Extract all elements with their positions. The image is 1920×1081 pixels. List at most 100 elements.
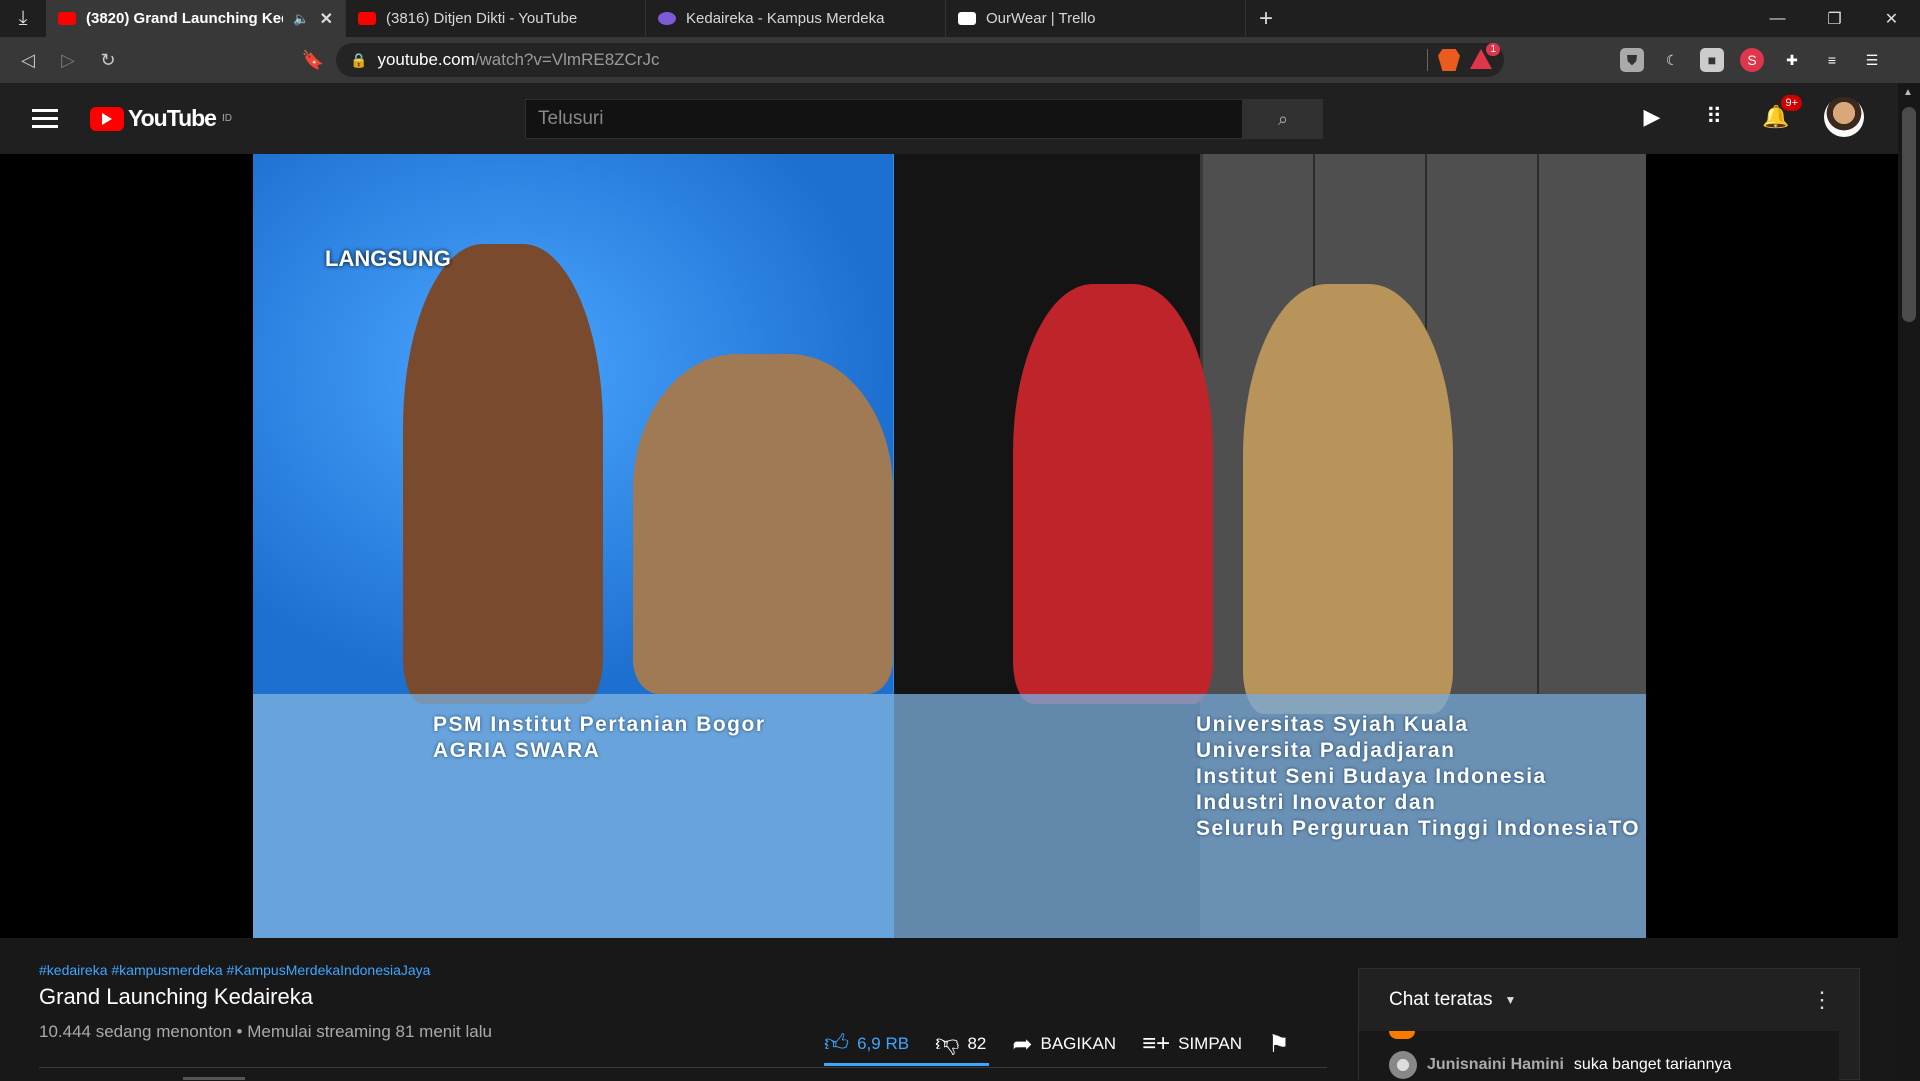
chat-author[interactable]: Junisnaini Hamini [1427, 1056, 1564, 1074]
close-tab-icon[interactable]: ✕ [320, 9, 333, 29]
avatar[interactable] [1389, 1051, 1417, 1079]
video-title: Grand Launching Kedaireka [39, 984, 313, 1009]
bitwarden-icon[interactable]: ⛊ [1620, 48, 1644, 72]
thumbs-down-icon: 👎︎ [935, 1030, 960, 1057]
like-button[interactable]: 👍︎ 6,9 RB [824, 1030, 909, 1058]
dislike-count: 82 [967, 1034, 987, 1053]
omnibox-divider [1427, 49, 1428, 71]
caption-line: Universita Padjadjaran [1196, 739, 1456, 762]
tab-kedaireka[interactable]: Kedaireka - Kampus Merdeka [646, 0, 946, 37]
tab-title: Kedaireka - Kampus Merdeka [686, 10, 885, 27]
puzzle-icon[interactable]: ✚ [1780, 48, 1804, 72]
video-player[interactable]: LANGSUNG PSM Institut Pertanian Bogor AG… [253, 154, 1646, 938]
address-bar[interactable]: 🔒 youtube.com/watch?v=VlmRE8ZCrJc 1 [336, 43, 1504, 77]
search-input[interactable]: Telusuri [525, 99, 1243, 139]
flag-icon: ⚑ [1268, 1030, 1290, 1058]
caption-left: PSM Institut Pertanian Bogor AGRIA SWARA [433, 712, 766, 764]
rewards-badge: 1 [1486, 43, 1500, 56]
extension-square-icon[interactable]: ■ [1700, 48, 1724, 72]
extension-s-icon[interactable]: S [1740, 48, 1764, 72]
brave-rewards-icon[interactable]: 1 [1470, 43, 1500, 71]
scroll-up-icon[interactable]: ▲ [1903, 87, 1913, 98]
search-icon[interactable]: ⌕ [1243, 99, 1323, 139]
notifications-bell-icon[interactable]: 🔔 9+ [1762, 95, 1802, 131]
chat-mode-dropdown[interactable]: Chat teratas [1389, 989, 1493, 1011]
hamburger-menu-icon[interactable] [32, 109, 58, 128]
live-chat: Chat teratas ▼ ⋮ Junisnaini Hamini suka … [1358, 968, 1860, 1081]
youtube-header: YouTube ID Telusuri ⌕ ▶ ⠿ 🔔 9+ [0, 83, 1898, 154]
reload-icon[interactable]: ↻ [88, 40, 128, 80]
region-code: ID [221, 113, 232, 124]
chat-messages[interactable]: Junisnaini Hamini suka banget tariannya [1359, 1031, 1839, 1081]
video-actions: 👍︎ 6,9 RB 👎︎ 82 ➦ BAGIKAN ≡+ SIMPAN ⚑ [824, 1022, 1327, 1066]
caption-line: Universitas Syiah Kuala [1196, 713, 1469, 736]
youtube-favicon-icon [58, 12, 76, 25]
youtube-favicon-icon [358, 12, 376, 25]
caption-line: PSM Institut Pertanian Bogor [433, 713, 766, 736]
share-arrow-icon: ➦ [1012, 1030, 1033, 1058]
thumbs-up-icon: 👍︎ [824, 1030, 850, 1057]
browser-tab-strip: ⤓ (3820) Grand Launching Keda 🔈 ✕ (3816)… [0, 0, 1920, 37]
avatar[interactable] [1824, 97, 1864, 137]
share-button[interactable]: ➦ BAGIKAN [1012, 1030, 1116, 1059]
new-tab-icon[interactable]: + [1246, 0, 1286, 37]
tab-title: (3820) Grand Launching Keda [86, 10, 284, 27]
hashtags-link[interactable]: #kedaireka #kampusmerdeka #KampusMerdeka… [39, 962, 492, 978]
lock-icon[interactable]: 🔒 [350, 52, 367, 69]
caption-right: Universitas Syiah Kuala Universita Padja… [1196, 712, 1640, 842]
back-icon[interactable]: ◁ [8, 40, 48, 80]
dark-reader-icon[interactable]: ☾ [1660, 48, 1684, 72]
chat-message: Junisnaini Hamini suka banget tariannya [1389, 1051, 1731, 1079]
browser-toolbar: ◁ ▷ ↻ 🔖 🔒 youtube.com/watch?v=VlmRE8ZCrJ… [0, 37, 1920, 83]
url-path: /watch?v=VlmRE8ZCrJc [474, 50, 660, 69]
close-window-icon[interactable]: ✕ [1863, 0, 1920, 37]
save-label: SIMPAN [1178, 1034, 1243, 1053]
youtube-wordmark: YouTube [128, 105, 217, 131]
tab-grand-launching[interactable]: (3820) Grand Launching Keda 🔈 ✕ [46, 0, 346, 37]
youtube-logo[interactable]: YouTube ID [90, 105, 232, 132]
menu-icon[interactable]: ☰ [1860, 48, 1884, 72]
extensions-bar: ⛊ ☾ ■ S ✚ ≡ ☰ [1620, 48, 1884, 72]
share-label: BAGIKAN [1040, 1034, 1117, 1053]
trello-favicon-icon [958, 12, 976, 25]
more-options-icon[interactable]: ⋮ [1811, 987, 1833, 1013]
caption-line: Seluruh Perguruan Tinggi IndonesiaTO [1196, 817, 1641, 840]
playlist-icon[interactable]: ≡ [1820, 48, 1844, 72]
performer-figure [633, 354, 893, 694]
create-video-icon[interactable]: ▶ [1638, 103, 1666, 131]
restore-icon[interactable]: ❐ [1806, 0, 1863, 37]
video-info: #kedaireka #kampusmerdeka #KampusMerdeka… [39, 962, 492, 1042]
performer-figure [403, 244, 603, 704]
video-meta: 10.444 sedang menonton • Memulai streami… [39, 1022, 492, 1041]
chat-text: suka banget tariannya [1573, 1056, 1732, 1073]
header-actions: ▶ ⠿ 🔔 9+ [1638, 95, 1864, 137]
tab-title: OurWear | Trello [986, 10, 1096, 27]
brave-shields-icon[interactable] [1438, 49, 1460, 71]
save-button[interactable]: ≡+ SIMPAN [1142, 1030, 1242, 1058]
tab-trello[interactable]: OurWear | Trello [946, 0, 1246, 37]
forward-icon[interactable]: ▷ [48, 40, 88, 80]
youtube-play-icon [90, 106, 124, 131]
minimize-icon[interactable]: — [1749, 0, 1806, 37]
live-label: LANGSUNG [325, 246, 451, 271]
tab-ditjen-dikti[interactable]: (3816) Ditjen Dikti - YouTube [346, 0, 646, 37]
chevron-down-icon[interactable]: ▼ [1505, 993, 1517, 1007]
download-icon[interactable]: ⤓ [0, 0, 46, 37]
like-ratio-bar [824, 1063, 989, 1066]
bookmark-icon[interactable]: 🔖 [298, 50, 328, 71]
section-divider [39, 1067, 1327, 1068]
speaker-icon[interactable]: 🔈 [293, 11, 309, 27]
report-button[interactable]: ⚑ [1268, 1030, 1290, 1059]
performer-figure [1013, 284, 1213, 704]
window-controls: — ❐ ✕ [1749, 0, 1920, 37]
like-count: 6,9 RB [857, 1034, 910, 1053]
scrollbar-thumb[interactable] [1902, 107, 1916, 322]
tab-title: (3816) Ditjen Dikti - YouTube [386, 10, 578, 27]
dislike-button[interactable]: 👎︎ 82 [935, 1030, 986, 1058]
kedaireka-favicon-icon [658, 12, 676, 25]
caption-line: Institut Seni Budaya Indonesia [1196, 765, 1547, 788]
caption-line: Industri Inovator dan [1196, 791, 1437, 814]
page-scrollbar[interactable]: ▲ [1898, 83, 1920, 1080]
apps-grid-icon[interactable]: ⠿ [1700, 103, 1728, 131]
search-box: Telusuri ⌕ [525, 99, 1323, 139]
